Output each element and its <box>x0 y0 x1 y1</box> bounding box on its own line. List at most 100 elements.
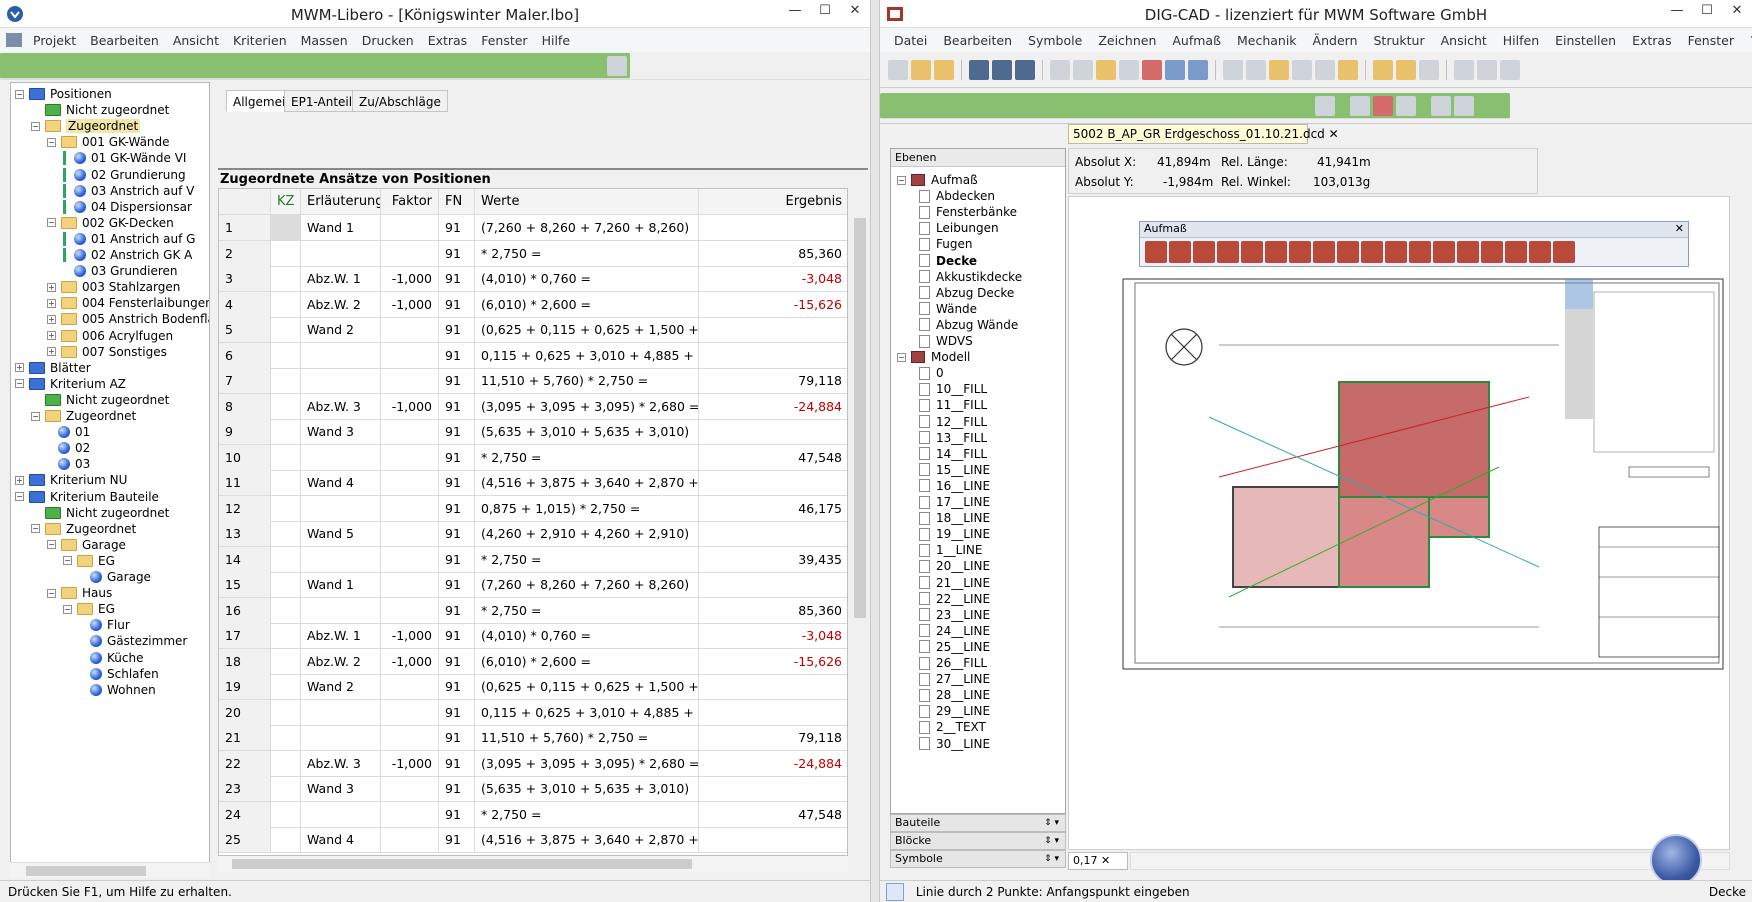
faktor-cell[interactable] <box>381 674 439 699</box>
fn-cell[interactable]: 91 <box>439 215 475 240</box>
row-number-cell[interactable]: 4 <box>219 291 271 317</box>
menu-bearbeiten[interactable]: Bearbeiten <box>83 33 166 48</box>
row-number-cell[interactable]: 20 <box>219 699 271 725</box>
ergebnis-cell[interactable]: 39,435 <box>699 547 847 572</box>
menu-ansicht[interactable]: Ansicht <box>166 33 226 48</box>
faktor-cell[interactable]: -1,000 <box>381 648 439 674</box>
snap-red-icon[interactable] <box>1373 95 1393 116</box>
row-number-cell[interactable]: 19 <box>219 674 271 699</box>
expander-icon[interactable]: − <box>897 352 906 362</box>
ergebnis-cell[interactable]: -24,884 <box>699 394 847 419</box>
werte-cell[interactable]: (0,625 + 0,115 + 0,625 + 1,500 + <box>475 674 699 699</box>
faktor-cell[interactable] <box>381 776 439 801</box>
row-number-cell[interactable]: 3 <box>219 266 271 291</box>
kz-cell[interactable] <box>271 419 301 444</box>
table-row[interactable]: 9 Wand 3 91 (5,635 + 3,010 + 5,635 + 3,010) <box>219 419 847 445</box>
copy-icon[interactable] <box>1246 59 1266 80</box>
aufmass-column-icon[interactable] <box>1241 241 1263 263</box>
table-row[interactable]: 17 Abz.W. 1 -1,000 91 (4,010) * 0,760 = -3,04… <box>219 623 847 649</box>
ergebnis-cell[interactable]: -24,884 <box>699 751 847 776</box>
faktor-cell[interactable] <box>381 215 439 240</box>
erlaeuterung-cell[interactable]: Abz.W. 2 <box>301 291 381 317</box>
kz-cell[interactable] <box>271 648 301 674</box>
werte-cell[interactable]: 11,510 + 5,760) * 2,750 = <box>475 725 699 750</box>
fn-cell[interactable]: 91 <box>439 521 475 546</box>
werte-cell[interactable]: (6,010) * 2,600 = <box>475 291 699 317</box>
spellcheck-icon[interactable] <box>1419 59 1439 80</box>
save-all-icon[interactable] <box>1015 59 1035 80</box>
fn-cell[interactable]: 91 <box>439 546 475 572</box>
options-icon[interactable] <box>1500 59 1520 80</box>
tree-hscrollbar[interactable] <box>10 862 210 878</box>
werte-cell[interactable]: * 2,750 = <box>475 444 699 470</box>
fn-cell[interactable]: 91 <box>439 597 475 623</box>
werte-cell[interactable]: (4,516 + 3,875 + 3,640 + 2,870 + <box>475 827 699 852</box>
ergebnis-cell[interactable]: 85,360 <box>699 598 847 623</box>
erlaeuterung-cell[interactable]: Wand 3 <box>301 776 381 801</box>
werte-cell[interactable]: (4,010) * 0,760 = <box>475 623 699 648</box>
col-ergebnis[interactable]: Ergebnis <box>699 189 847 214</box>
erlaeuterung-cell[interactable]: Wand 2 <box>301 317 381 342</box>
row-number-cell[interactable]: 11 <box>219 470 271 495</box>
undo-icon[interactable] <box>1454 59 1474 80</box>
aufmass-palette[interactable]: Aufmaß ✕ <box>1139 221 1689 267</box>
fn-cell[interactable]: 91 <box>439 725 475 750</box>
table-row[interactable]: 15 Wand 1 91 (7,260 + 8,260 + 7,260 + 8,260… <box>219 572 847 598</box>
expander-icon[interactable]: − <box>47 137 56 147</box>
ergebnis-cell[interactable]: 79,118 <box>699 725 847 750</box>
faktor-cell[interactable] <box>381 801 439 827</box>
fn-cell[interactable]: 91 <box>439 776 475 801</box>
menu-kriterien[interactable]: Kriterien <box>226 33 294 48</box>
ergebnis-cell[interactable] <box>699 776 847 801</box>
zoom-field[interactable]: 0,17 ✕ <box>1068 852 1128 870</box>
panel-toggle-icon[interactable]: ⇕ ▾ <box>1044 833 1059 849</box>
row-number-cell[interactable]: 24 <box>219 801 271 827</box>
aufmass-wall-icon[interactable] <box>1193 241 1215 263</box>
table-row[interactable]: 10 91 * 2,750 = 47,548 <box>219 444 847 471</box>
expander-icon[interactable]: − <box>63 556 72 566</box>
ergebnis-cell[interactable] <box>699 572 847 597</box>
faktor-cell[interactable] <box>381 546 439 572</box>
expander-icon[interactable]: − <box>47 540 56 550</box>
faktor-cell[interactable] <box>381 521 439 546</box>
erlaeuterung-cell[interactable] <box>301 597 381 623</box>
werte-cell[interactable]: 0,115 + 0,625 + 3,010 + 4,885 + <box>475 699 699 725</box>
werte-cell[interactable]: (7,260 + 8,260 + 7,260 + 8,260) <box>475 215 699 240</box>
expander-icon[interactable]: − <box>47 218 56 228</box>
table-row[interactable]: 18 Abz.W. 2 -1,000 91 (6,010) * 2,600 = -15,6… <box>219 648 847 675</box>
werte-cell[interactable]: 11,510 + 5,760) * 2,750 = <box>475 368 699 393</box>
layers-panel[interactable]: Ebenen − Aufmaß Abdecken Fensterbänke Leibun… <box>890 148 1066 814</box>
table-row[interactable]: 8 Abz.W. 3 -1,000 91 (3,095 + 3,095 + 3,095)… <box>219 393 847 420</box>
faktor-cell[interactable]: -1,000 <box>381 266 439 291</box>
cut-icon[interactable] <box>1223 59 1243 80</box>
kz-cell[interactable] <box>271 572 301 597</box>
row-number-cell[interactable]: 13 <box>219 521 271 546</box>
ergebnis-cell[interactable] <box>699 215 847 240</box>
werte-cell[interactable]: * 2,750 = <box>475 240 699 266</box>
aufmass-point-icon[interactable] <box>1145 241 1167 263</box>
table-row[interactable]: 11 Wand 4 91 (4,516 + 3,875 + 3,640 + 2,870… <box>219 470 847 496</box>
faktor-cell[interactable] <box>381 240 439 266</box>
expander-icon[interactable]: − <box>31 121 40 131</box>
table-row[interactable]: 3 Abz.W. 1 -1,000 91 (4,010) * 0,760 = -3,048 <box>219 266 847 292</box>
erlaeuterung-cell[interactable] <box>301 495 381 521</box>
row-number-cell[interactable]: 25 <box>219 827 271 852</box>
expander-icon[interactable]: − <box>15 89 24 99</box>
table-row[interactable]: 19 Wand 2 91 (0,625 + 0,115 + 0,625 + 1,500… <box>219 674 847 700</box>
kz-cell[interactable] <box>271 827 301 852</box>
kz-cell[interactable] <box>271 470 301 495</box>
fn-cell[interactable]: 91 <box>439 648 475 674</box>
row-number-cell[interactable]: 16 <box>219 597 271 623</box>
kz-cell[interactable] <box>271 597 301 623</box>
doc-menu-icon[interactable] <box>6 33 22 47</box>
kz-cell[interactable] <box>271 215 301 240</box>
canvas-hscrollbar[interactable] <box>1130 852 1730 870</box>
expander-icon[interactable]: + <box>15 363 24 373</box>
panel-symbole[interactable]: Symbole ⇕ ▾ <box>890 850 1066 868</box>
werte-cell[interactable]: (7,260 + 8,260 + 7,260 + 8,260) <box>475 572 699 597</box>
aufmass-image-icon[interactable] <box>1481 241 1503 263</box>
ergebnis-cell[interactable]: -3,048 <box>699 623 847 648</box>
row-number-cell[interactable]: 1 <box>219 215 271 240</box>
drawing-canvas[interactable]: Aufmaß ✕ <box>1068 196 1730 850</box>
faktor-cell[interactable] <box>381 725 439 750</box>
